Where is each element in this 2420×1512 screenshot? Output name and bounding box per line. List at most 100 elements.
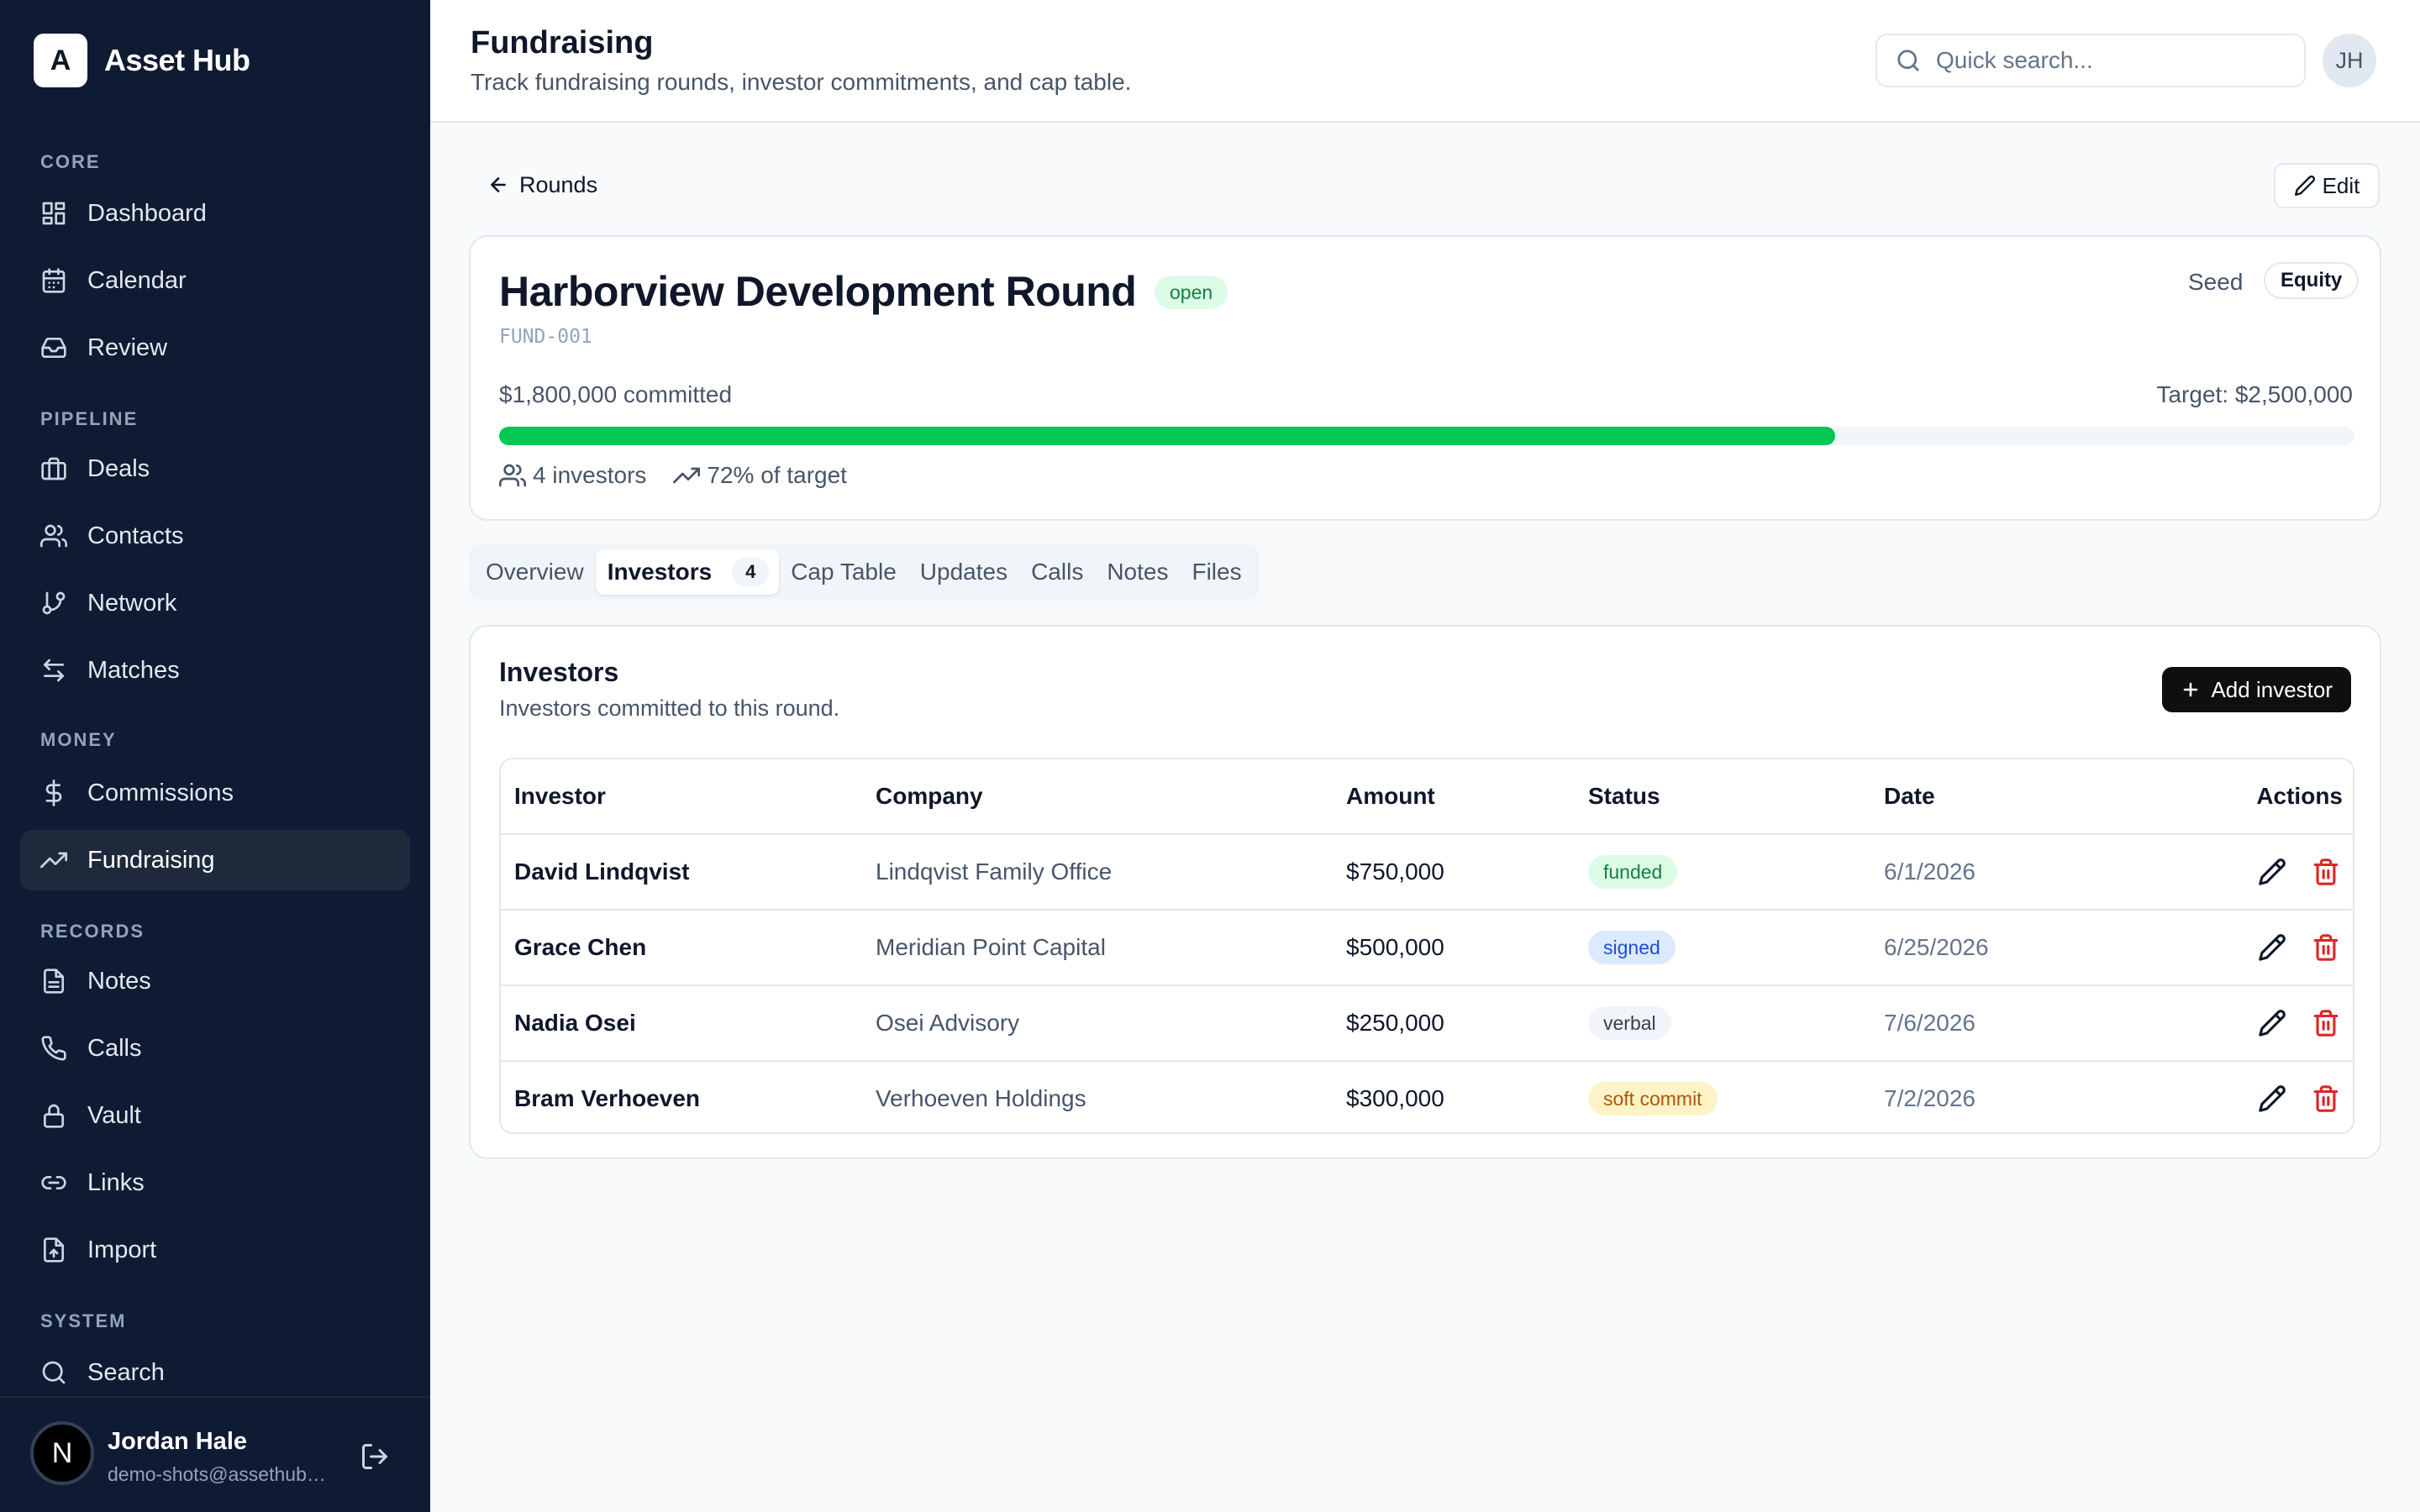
table-row[interactable]: Nadia Osei Osei Advisory $250,000 verbal… (501, 986, 2353, 1062)
pencil-icon (2294, 175, 2315, 197)
quick-search[interactable] (1876, 34, 2306, 87)
sidebar-item-fundraising[interactable]: Fundraising (20, 830, 410, 890)
investor-amount: $250,000 (1346, 1010, 1444, 1036)
column-header-status[interactable]: Status (1588, 759, 1660, 833)
status-badge: funded (1588, 855, 1678, 889)
investor-company: Meridian Point Capital (876, 934, 1106, 960)
add-investor-label: Add investor (2211, 676, 2333, 702)
investor-amount: $500,000 (1346, 934, 1444, 960)
sidebar-item-vault[interactable]: Vault (20, 1085, 410, 1146)
lock-icon (44, 1104, 64, 1128)
search-icon (1897, 50, 1919, 71)
sidebar-item-links[interactable]: Links (20, 1152, 410, 1213)
tab-label: Files (1192, 559, 1242, 585)
row-actions (2235, 986, 2343, 1060)
delete-row-button[interactable] (2309, 1082, 2343, 1116)
sidebar-item-commissions[interactable]: Commissions (20, 763, 410, 823)
dollar-icon (45, 780, 62, 806)
column-header-amount[interactable]: Amount (1346, 759, 1435, 833)
investors-table: Investor Company Amount Status Date Acti… (499, 758, 2354, 1134)
briefcase-icon (41, 457, 66, 480)
investor-name: Grace Chen (514, 934, 647, 960)
logout-button[interactable] (360, 1441, 390, 1472)
tab-files[interactable]: Files (1180, 549, 1253, 595)
arrows-left-right-icon (44, 659, 64, 682)
tab-notes[interactable]: Notes (1095, 549, 1180, 595)
investor-date: 7/2/2026 (1884, 1085, 1975, 1111)
table-row[interactable]: Bram Verhoeven Verhoeven Holdings $300,0… (501, 1062, 2353, 1132)
brand[interactable]: A Asset Hub (34, 34, 250, 87)
sidebar-item-calls[interactable]: Calls (20, 1018, 410, 1079)
sidebar-item-deals[interactable]: Deals (20, 438, 410, 499)
progress-bar-fill (499, 427, 1835, 445)
user-avatar[interactable]: N (30, 1421, 94, 1485)
column-header-date[interactable]: Date (1884, 759, 1935, 833)
column-header-actions: Actions (2256, 783, 2343, 809)
sidebar-item-label: Links (87, 1168, 145, 1196)
nav-section-core: CORE (40, 151, 101, 172)
status-cell: verbal (1588, 986, 1671, 1060)
add-investor-button[interactable]: Add investor (2162, 667, 2351, 712)
sidebar-item-label: Search (87, 1358, 165, 1386)
link-icon (41, 1176, 66, 1189)
tab-cap-table[interactable]: Cap Table (779, 549, 908, 595)
sidebar-item-import[interactable]: Import (20, 1220, 410, 1280)
edit-row-button[interactable] (2255, 1082, 2289, 1116)
investor-count-label: 4 investors (533, 462, 647, 488)
sidebar-item-label: Network (87, 589, 177, 617)
status-cell: funded (1588, 835, 1678, 909)
sidebar-item-label: Notes (87, 967, 151, 995)
tab-investors[interactable]: Investors 4 (595, 549, 780, 595)
avatar[interactable]: JH (2323, 34, 2376, 87)
tab-count-badge: 4 (732, 557, 770, 587)
delete-row-button[interactable] (2309, 931, 2343, 964)
sidebar-item-dashboard[interactable]: Dashboard (20, 183, 410, 244)
progress-bar (499, 427, 2354, 445)
sidebar-item-label: Commissions (87, 779, 234, 806)
sidebar-item-network[interactable]: Network (20, 573, 410, 633)
tab-calls[interactable]: Calls (1019, 549, 1095, 595)
table-row[interactable]: David Lindqvist Lindqvist Family Office … (501, 835, 2353, 911)
sidebar-item-label: Calls (87, 1034, 142, 1062)
sidebar-item-matches[interactable]: Matches (20, 640, 410, 701)
round-tabs: Overview Investors 4 Cap Table Updates C… (469, 544, 1259, 600)
edit-row-button[interactable] (2255, 1006, 2289, 1040)
pencil-icon (2259, 934, 2286, 961)
tab-overview[interactable]: Overview (474, 549, 596, 595)
top-header: Fundraising Track fundraising rounds, in… (430, 0, 2420, 123)
nav-section-pipeline: PIPELINE (40, 408, 139, 429)
percent-of-target: 72% of target (673, 462, 847, 489)
sidebar-item-review[interactable]: Review (20, 318, 410, 378)
tab-label: Calls (1031, 559, 1084, 585)
sidebar-item-label: Contacts (87, 522, 184, 549)
nav-section-records: RECORDS (40, 921, 145, 942)
brand-logo: A (34, 34, 87, 87)
row-actions (2235, 835, 2343, 909)
delete-row-button[interactable] (2309, 855, 2343, 889)
delete-row-button[interactable] (2309, 1006, 2343, 1040)
user-name: Jordan Hale (108, 1428, 247, 1455)
nav-section-system: SYSTEM (40, 1310, 127, 1331)
tab-updates[interactable]: Updates (908, 549, 1019, 595)
round-stage: Seed (2188, 269, 2244, 295)
sidebar-item-contacts[interactable]: Contacts (20, 506, 410, 566)
column-header-investor[interactable]: Investor (514, 759, 606, 833)
tab-label: Investors (607, 559, 713, 585)
table-row[interactable]: Grace Chen Meridian Point Capital $500,0… (501, 911, 2353, 986)
sidebar-item-notes[interactable]: Notes (20, 951, 410, 1011)
sidebar-item-label: Vault (87, 1101, 141, 1129)
edit-button[interactable]: Edit (2274, 163, 2380, 208)
user-email: demo-shots@assethub.com (108, 1463, 326, 1485)
column-header-company[interactable]: Company (876, 759, 983, 833)
table-header-row: Investor Company Amount Status Date Acti… (501, 759, 2353, 835)
edit-row-button[interactable] (2255, 855, 2289, 889)
status-cell: soft commit (1588, 1062, 1718, 1132)
back-to-rounds-link[interactable]: Rounds (487, 168, 597, 202)
edit-row-button[interactable] (2255, 931, 2289, 964)
quick-search-input[interactable] (1936, 47, 2289, 74)
sidebar-item-search[interactable]: Search (20, 1342, 410, 1403)
sidebar-item-calendar[interactable]: Calendar (20, 250, 410, 311)
trash-icon (2313, 934, 2338, 961)
sidebar-item-label: Matches (87, 656, 180, 684)
status-badge: verbal (1588, 1006, 1671, 1040)
